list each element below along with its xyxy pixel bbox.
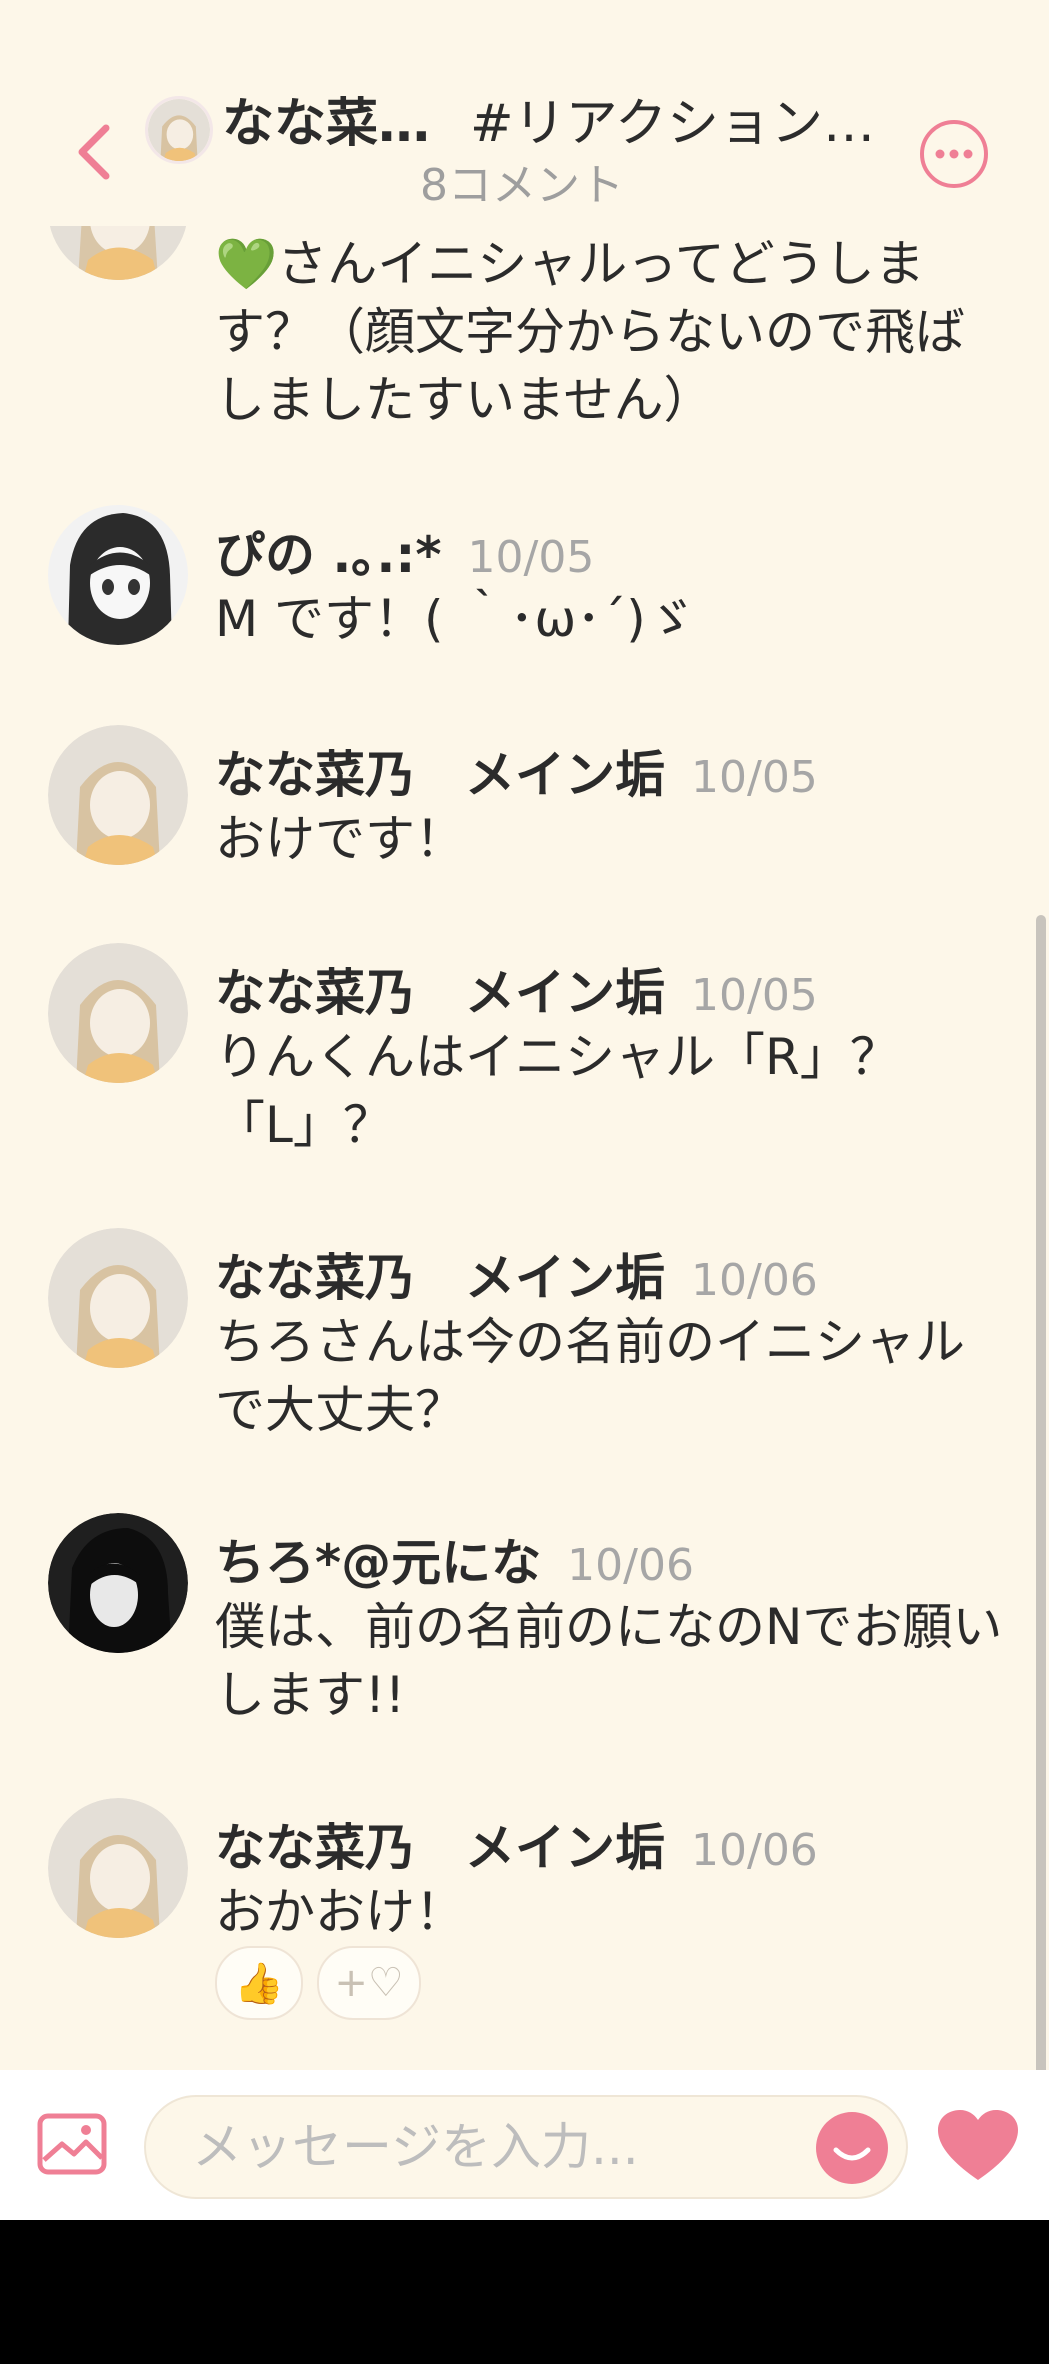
thread-topic: #リアクション… [470, 94, 875, 154]
author-name[interactable]: なな菜乃 メイン垢 [215, 746, 665, 804]
comment-date: 10/05 [691, 752, 818, 803]
comment-list[interactable]: 💚さんイニシャルってどうします？（顔文字分からないので飛ばしましたすいません） … [0, 0, 1049, 2070]
avatar[interactable] [48, 725, 188, 865]
comment-date: 10/06 [567, 1540, 694, 1591]
system-nav-bar [0, 2220, 1049, 2364]
thumbs-up-reaction[interactable]: 👍 [215, 1946, 303, 2020]
add-reaction-icon: +♡ [334, 1960, 404, 2006]
thumbs-up-icon: 👍 [234, 1960, 284, 2007]
comment-text: おけです！ [215, 810, 465, 868]
comment-meta: なな菜乃 メイン垢 10/05 [215, 953, 818, 1025]
comment-meta: なな菜乃 メイン垢 10/05 [215, 735, 818, 807]
comment-count: 8コメント [420, 160, 624, 211]
author-name[interactable]: なな菜乃 メイン垢 [215, 1249, 665, 1307]
smile-icon [816, 2112, 888, 2184]
avatar[interactable] [48, 505, 188, 645]
thread-title: なな菜… #リアクション… [222, 86, 882, 162]
thread-author: なな菜… [222, 94, 431, 154]
comment-date: 10/06 [691, 1255, 818, 1306]
comment-meta: ぴの .｡.:* 10/05 [215, 515, 594, 587]
author-name[interactable]: ぴの .｡.:* [215, 526, 442, 584]
comment-date: 10/05 [467, 532, 595, 583]
attach-image-button[interactable] [36, 2112, 108, 2178]
avatar[interactable] [48, 1513, 188, 1653]
message-input-bar: メッセージを入力... [0, 2070, 1049, 2220]
image-icon [37, 2113, 107, 2175]
comment-text: 💚さんイニシャルってどうします？（顔文字分からないので飛ばしましたすいません） [215, 235, 965, 429]
chevron-left-icon [78, 124, 110, 180]
comment-meta: なな菜乃 メイン垢 10/06 [215, 1808, 818, 1880]
avatar[interactable] [48, 1228, 188, 1368]
more-horizontal-icon [920, 120, 988, 188]
more-options-button[interactable] [918, 118, 990, 190]
comment-meta: ちろ*@元にな 10/06 [215, 1523, 694, 1595]
avatar[interactable] [48, 1798, 188, 1938]
comment-text: 僕は、前の名前のになのNでお願いします!! [215, 1598, 1003, 1724]
comment-text: M です！( ｀･ω･´)ゞ [215, 590, 696, 648]
comment-date: 10/06 [691, 1825, 818, 1876]
emoji-button[interactable] [816, 2112, 888, 2184]
author-name[interactable]: なな菜乃 メイン垢 [215, 1819, 665, 1877]
comment-text: おかおけ！ [215, 1883, 465, 1941]
avatar[interactable] [48, 943, 188, 1083]
comment-text: りんくんはイニシャル「R」？「L」？ [215, 1028, 900, 1154]
header-avatar[interactable] [145, 96, 213, 164]
comment-date: 10/05 [691, 970, 818, 1021]
comment-text: ちろさんは今の名前のイニシャルで大丈夫？ [215, 1313, 965, 1439]
author-name[interactable]: ちろ*@元にな [215, 1534, 541, 1592]
back-button[interactable] [66, 122, 126, 182]
reaction-bar: 👍 +♡ [215, 1946, 421, 2020]
heart-icon [938, 2110, 1018, 2180]
scrollbar[interactable] [1036, 915, 1046, 2075]
header-bar: なな菜… #リアクション… 8コメント [0, 0, 1049, 226]
like-button[interactable] [936, 2108, 1020, 2182]
comment-meta: なな菜乃 メイン垢 10/06 [215, 1238, 818, 1310]
message-placeholder: メッセージを入力... [192, 2118, 639, 2176]
author-name[interactable]: なな菜乃 メイン垢 [215, 964, 665, 1022]
add-reaction-button[interactable]: +♡ [317, 1946, 421, 2020]
message-input[interactable]: メッセージを入力... [144, 2095, 908, 2199]
